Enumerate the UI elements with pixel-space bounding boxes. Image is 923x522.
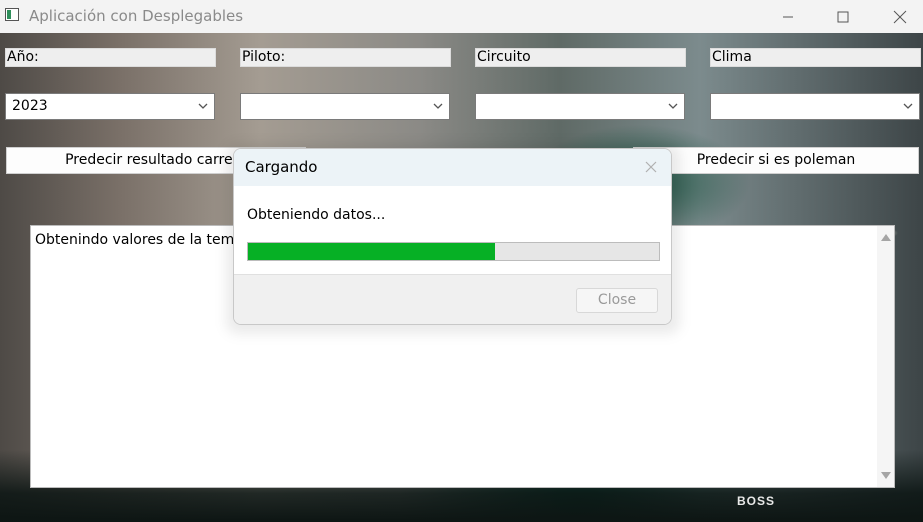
- close-window-button[interactable]: [877, 0, 923, 33]
- minimize-icon: [783, 16, 793, 17]
- chevron-down-icon: [668, 103, 678, 109]
- maximize-icon: [837, 11, 849, 22]
- chevron-down-icon: [433, 103, 443, 109]
- dialog-title-bar: Cargando: [234, 149, 671, 186]
- progress-bar-fill: [248, 243, 495, 260]
- loading-dialog: Cargando Obteniendo datos... Close: [233, 148, 672, 325]
- dialog-title: Cargando: [245, 158, 318, 176]
- vertical-scrollbar[interactable]: [877, 226, 894, 487]
- app-window: BOSS Aplicación con Desplegables Año: Pi…: [0, 0, 923, 522]
- sponsor-logo: BOSS: [737, 494, 776, 508]
- dialog-close-icon[interactable]: [643, 159, 659, 175]
- weather-label: Clima: [710, 48, 921, 67]
- chevron-down-icon: [903, 103, 913, 109]
- minimize-button[interactable]: [765, 0, 811, 33]
- close-icon: [893, 10, 907, 23]
- dialog-footer: Close: [234, 274, 671, 324]
- driver-select[interactable]: [240, 93, 450, 120]
- dialog-close-button[interactable]: Close: [576, 288, 658, 313]
- scroll-down-icon[interactable]: [881, 472, 891, 479]
- app-icon: [5, 8, 19, 21]
- circuit-select[interactable]: [475, 93, 685, 120]
- dialog-message: Obteniendo datos...: [247, 207, 386, 223]
- progress-bar: [247, 242, 660, 261]
- maximize-button[interactable]: [820, 0, 866, 33]
- chevron-down-icon: [198, 103, 208, 109]
- year-label: Año:: [5, 48, 216, 67]
- circuit-label: Circuito: [475, 48, 686, 67]
- window-title: Aplicación con Desplegables: [29, 7, 244, 25]
- weather-select[interactable]: [710, 93, 920, 120]
- driver-label: Piloto:: [240, 48, 451, 67]
- title-bar: Aplicación con Desplegables: [0, 0, 923, 33]
- year-select-value: 2023: [12, 98, 48, 114]
- scroll-up-icon[interactable]: [881, 234, 891, 241]
- year-select[interactable]: 2023: [5, 93, 215, 120]
